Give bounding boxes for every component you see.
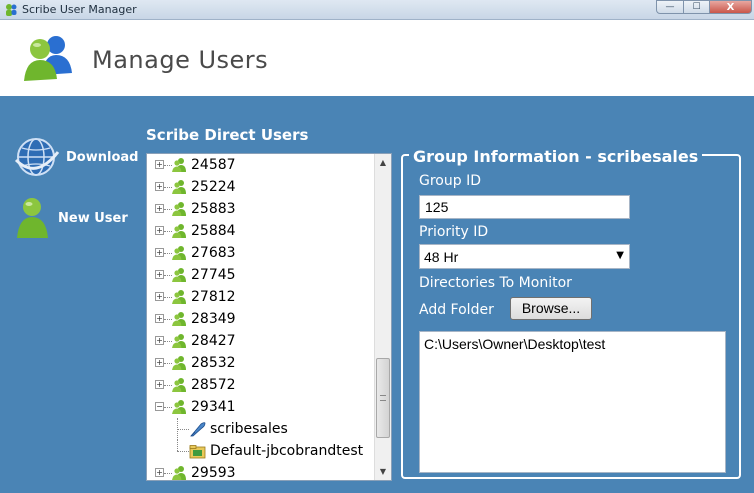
browse-button[interactable]: Browse... (510, 297, 592, 320)
scroll-down-icon[interactable]: ▼ (375, 463, 391, 480)
tree-node[interactable]: Default-jbcobrandtest (147, 440, 375, 462)
download-button[interactable]: Download (14, 136, 138, 178)
grip-icon (380, 395, 386, 401)
user-icon (171, 289, 187, 305)
page-title: Manage Users (92, 46, 269, 74)
expand-icon[interactable]: + (155, 358, 164, 367)
tree-node-label: 29593 (191, 465, 236, 481)
add-folder-label: Add Folder (419, 302, 494, 318)
users-heading: Scribe Direct Users (146, 126, 309, 144)
tree-node[interactable]: +25883 (147, 198, 375, 220)
expand-icon[interactable]: + (155, 248, 164, 257)
directories-label: Directories To Monitor (419, 275, 572, 291)
new-user-icon (17, 198, 48, 238)
tree-node[interactable]: +27745 (147, 264, 375, 286)
priority-label: Priority ID (419, 224, 489, 240)
tree-node[interactable]: +25224 (147, 176, 375, 198)
tree-node-label: 29341 (191, 399, 236, 415)
scroll-thumb[interactable] (376, 358, 390, 438)
tree-node[interactable]: +28532 (147, 352, 375, 374)
tree-node-label: scribesales (210, 421, 288, 437)
user-icon (171, 399, 187, 415)
users-tree[interactable]: +24587 +25224 +25883 +25884 +27683 +27745 +278… (146, 153, 392, 481)
list-item[interactable]: C:\Users\Owner\Desktop\test (424, 336, 605, 352)
tree-node[interactable]: +27812 (147, 286, 375, 308)
new-user-button[interactable]: New User (14, 196, 128, 240)
expand-icon[interactable]: + (155, 380, 164, 389)
download-label: Download (66, 149, 139, 165)
tree-node[interactable]: +28572 (147, 374, 375, 396)
main-panel: Download New User Scribe Direct Users +2… (0, 96, 754, 493)
tree-node-label: 28427 (191, 333, 236, 349)
new-user-label: New User (58, 210, 128, 226)
expand-icon[interactable]: + (155, 160, 164, 169)
tree-node[interactable]: +28427 (147, 330, 375, 352)
tree-node-label: 28349 (191, 311, 236, 327)
folder-list[interactable]: C:\Users\Owner\Desktop\test (419, 331, 726, 473)
expand-icon[interactable]: + (155, 204, 164, 213)
group-id-label: Group ID (419, 173, 481, 189)
users-icon (24, 36, 72, 81)
user-icon (171, 157, 187, 173)
expand-icon[interactable]: + (155, 336, 164, 345)
user-icon (171, 333, 187, 349)
expand-icon[interactable]: + (155, 226, 164, 235)
minimize-button[interactable]: — (656, 0, 684, 14)
user-icon (171, 267, 187, 283)
user-icon (171, 245, 187, 261)
priority-select[interactable]: 48 Hr ▼ (419, 244, 630, 269)
title-bar: Scribe User Manager — ☐ X (0, 0, 754, 20)
group-id-field[interactable]: 125 (419, 195, 630, 219)
tree-node[interactable]: +25884 (147, 220, 375, 242)
expand-icon[interactable]: + (155, 270, 164, 279)
user-icon (171, 377, 187, 393)
expand-icon[interactable]: + (155, 314, 164, 323)
maximize-button[interactable]: ☐ (683, 0, 710, 14)
user-icon (171, 355, 187, 371)
header: Manage Users (0, 21, 754, 96)
app-icon (6, 4, 17, 16)
scroll-up-icon[interactable]: ▲ (375, 154, 391, 171)
tree-node[interactable]: +29593 (147, 462, 375, 481)
tree-node[interactable]: +28349 (147, 308, 375, 330)
tree-node[interactable]: − 29341 (147, 396, 375, 418)
user-icon (171, 223, 187, 239)
tree-node-label: Default-jbcobrandtest (210, 443, 364, 459)
tree-node[interactable]: +27683 (147, 242, 375, 264)
globe-icon (14, 138, 60, 176)
group-info-legend: Group Information - scribesales (409, 147, 703, 166)
chevron-down-icon: ▼ (616, 250, 624, 261)
tree-node-label: 28532 (191, 355, 236, 371)
tree-connector (177, 451, 189, 452)
tree-node-label: 27812 (191, 289, 236, 305)
tree-node[interactable]: +24587 (147, 154, 375, 176)
quill-icon (189, 421, 206, 438)
close-button[interactable]: X (709, 0, 752, 14)
tree-node-label: 25884 (191, 223, 236, 239)
tree-connector (177, 440, 178, 451)
user-icon (171, 201, 187, 217)
collapse-icon[interactable]: − (155, 402, 164, 411)
tree-node-label: 24587 (191, 157, 236, 173)
user-icon (171, 179, 187, 195)
tree-node-label: 28572 (191, 377, 236, 393)
expand-icon[interactable]: + (155, 468, 164, 477)
user-icon (171, 465, 187, 480)
tree-node[interactable]: scribesales (147, 418, 375, 440)
expand-icon[interactable]: + (155, 182, 164, 191)
tree-node-label: 25224 (191, 179, 236, 195)
tree-node-label: 27745 (191, 267, 236, 283)
expand-icon[interactable]: + (155, 292, 164, 301)
tree-list: +24587 +25224 +25883 +25884 +27683 +27745 +278… (147, 154, 375, 481)
tree-node-label: 27683 (191, 245, 236, 261)
user-icon (171, 311, 187, 327)
tree-scrollbar[interactable]: ▲ ▼ (374, 154, 391, 480)
priority-value: 48 Hr (424, 249, 459, 265)
tree-node-label: 25883 (191, 201, 236, 217)
tree-connector (177, 429, 189, 430)
folder-icon (189, 443, 206, 460)
window-title: Scribe User Manager (22, 3, 137, 16)
